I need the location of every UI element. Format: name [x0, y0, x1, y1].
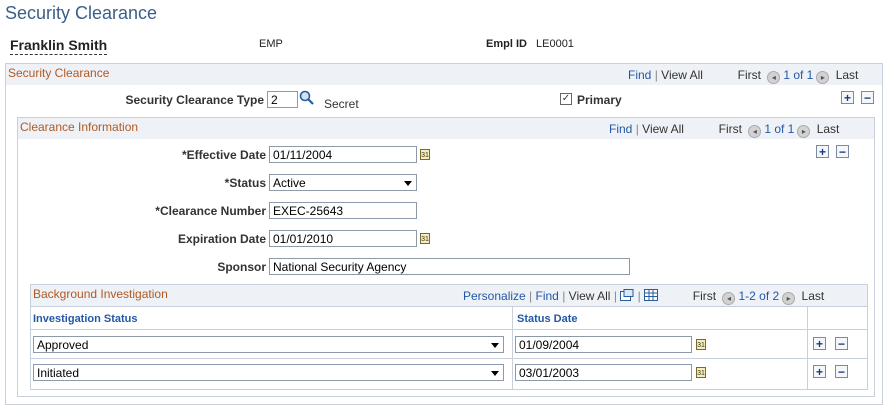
investigation-status-select[interactable]: Initiated	[33, 364, 504, 381]
investigation-status-value: Initiated	[37, 366, 80, 380]
calendar-icon[interactable]: 31	[420, 149, 430, 160]
add-row-button[interactable]: +	[816, 145, 829, 158]
security-clearance-section: Security Clearance Find | View All First…	[5, 63, 883, 405]
status-date-input[interactable]: 03/01/2003	[515, 364, 692, 381]
emplid-value: LE0001	[536, 38, 574, 50]
expiration-date-input[interactable]: 01/01/2010	[269, 230, 417, 247]
last-label: Last	[801, 289, 825, 303]
row-count: 1 of 1	[764, 122, 795, 136]
clearance-information-title: Clearance Information	[20, 120, 139, 134]
find-link[interactable]: Find	[536, 289, 559, 303]
delete-row-button[interactable]: −	[861, 91, 874, 104]
next-icon[interactable]: ▸	[816, 71, 830, 84]
delete-row-button[interactable]: −	[835, 365, 848, 378]
last-label: Last	[835, 68, 859, 82]
search-icon[interactable]	[299, 90, 315, 106]
status-select[interactable]: Active	[269, 174, 417, 191]
calendar-icon[interactable]: 31	[420, 233, 430, 244]
background-investigation-grid: Background Investigation Personalize | F…	[30, 284, 868, 390]
prev-icon[interactable]: ◂	[722, 292, 736, 305]
view-all-link[interactable]: View All	[569, 289, 611, 303]
delete-row-button[interactable]: −	[836, 145, 849, 158]
find-link[interactable]: Find	[628, 68, 651, 82]
grid-divider	[31, 306, 867, 307]
sponsor-label: Sponsor	[217, 260, 266, 274]
grid-divider	[31, 329, 867, 330]
delete-row-button[interactable]: −	[835, 337, 848, 350]
column-header-investigation-status[interactable]: Investigation Status	[33, 313, 138, 325]
effective-date-input[interactable]: 01/11/2004	[269, 146, 417, 163]
calendar-icon[interactable]: 31	[696, 339, 706, 350]
next-icon[interactable]: ▸	[782, 292, 796, 305]
prev-icon[interactable]: ◂	[748, 125, 762, 138]
security-clearance-type-label: Security Clearance Type	[125, 93, 264, 107]
first-label: First	[737, 68, 761, 82]
grid-divider	[31, 358, 867, 359]
chevron-down-icon	[491, 371, 499, 376]
security-clearance-title: Security Clearance	[8, 66, 110, 80]
row-count: 1 of 1	[783, 68, 814, 82]
page-title: Security Clearance	[5, 3, 158, 23]
clearance-number-label: *Clearance Number	[155, 204, 266, 218]
emplid-label: Empl ID	[486, 38, 527, 50]
personalize-link[interactable]: Personalize	[463, 289, 526, 303]
effective-date-label: *Effective Date	[181, 148, 266, 162]
add-row-button[interactable]: +	[841, 91, 854, 104]
clearance-information-nav: Find | View All First ◂ 1 of 1 ▸ Last	[609, 122, 840, 138]
grid-divider	[807, 307, 808, 389]
column-header-status-date[interactable]: Status Date	[517, 313, 578, 325]
background-investigation-nav: Personalize | Find | View All | | First …	[463, 289, 825, 305]
expiration-date-label: Expiration Date	[177, 232, 266, 246]
clearance-information-section: Clearance Information Find | View All Fi…	[17, 117, 875, 397]
add-row-button[interactable]: +	[813, 337, 826, 350]
add-row-button[interactable]: +	[813, 365, 826, 378]
clearance-number-input[interactable]: EXEC-25643	[269, 202, 417, 219]
first-label: First	[692, 289, 717, 303]
status-label: *Status	[224, 176, 266, 190]
primary-checkbox[interactable]: ✓	[560, 93, 572, 105]
find-link[interactable]: Find	[609, 122, 632, 136]
chevron-down-icon	[491, 343, 499, 348]
status-date-input[interactable]: 01/09/2004	[515, 336, 692, 353]
next-icon[interactable]: ▸	[797, 125, 811, 138]
view-all-link[interactable]: View All	[661, 68, 703, 82]
investigation-status-value: Approved	[37, 338, 89, 352]
row-count: 1-2 of 2	[738, 289, 780, 303]
investigation-status-select[interactable]: Approved	[33, 336, 504, 353]
prev-icon[interactable]: ◂	[767, 71, 781, 84]
download-grid-icon[interactable]	[644, 289, 659, 301]
first-label: First	[718, 122, 742, 136]
sponsor-input[interactable]: National Security Agency	[269, 258, 630, 275]
view-all-link[interactable]: View All	[642, 122, 684, 136]
grid-divider	[512, 307, 513, 389]
security-clearance-type-desc: Secret	[324, 97, 359, 111]
employee-type: EMP	[259, 38, 283, 50]
background-investigation-title: Background Investigation	[33, 287, 168, 301]
status-select-value: Active	[273, 176, 306, 190]
calendar-icon[interactable]: 31	[696, 367, 706, 378]
new-window-icon[interactable]	[620, 289, 634, 301]
employee-name: Franklin Smith	[10, 37, 108, 55]
last-label: Last	[816, 122, 840, 136]
security-clearance-nav: Find | View All First ◂ 1 of 1 ▸ Last	[628, 68, 859, 84]
chevron-down-icon	[404, 181, 412, 186]
primary-label: Primary	[577, 93, 622, 107]
security-clearance-type-input[interactable]: 2	[267, 91, 298, 108]
